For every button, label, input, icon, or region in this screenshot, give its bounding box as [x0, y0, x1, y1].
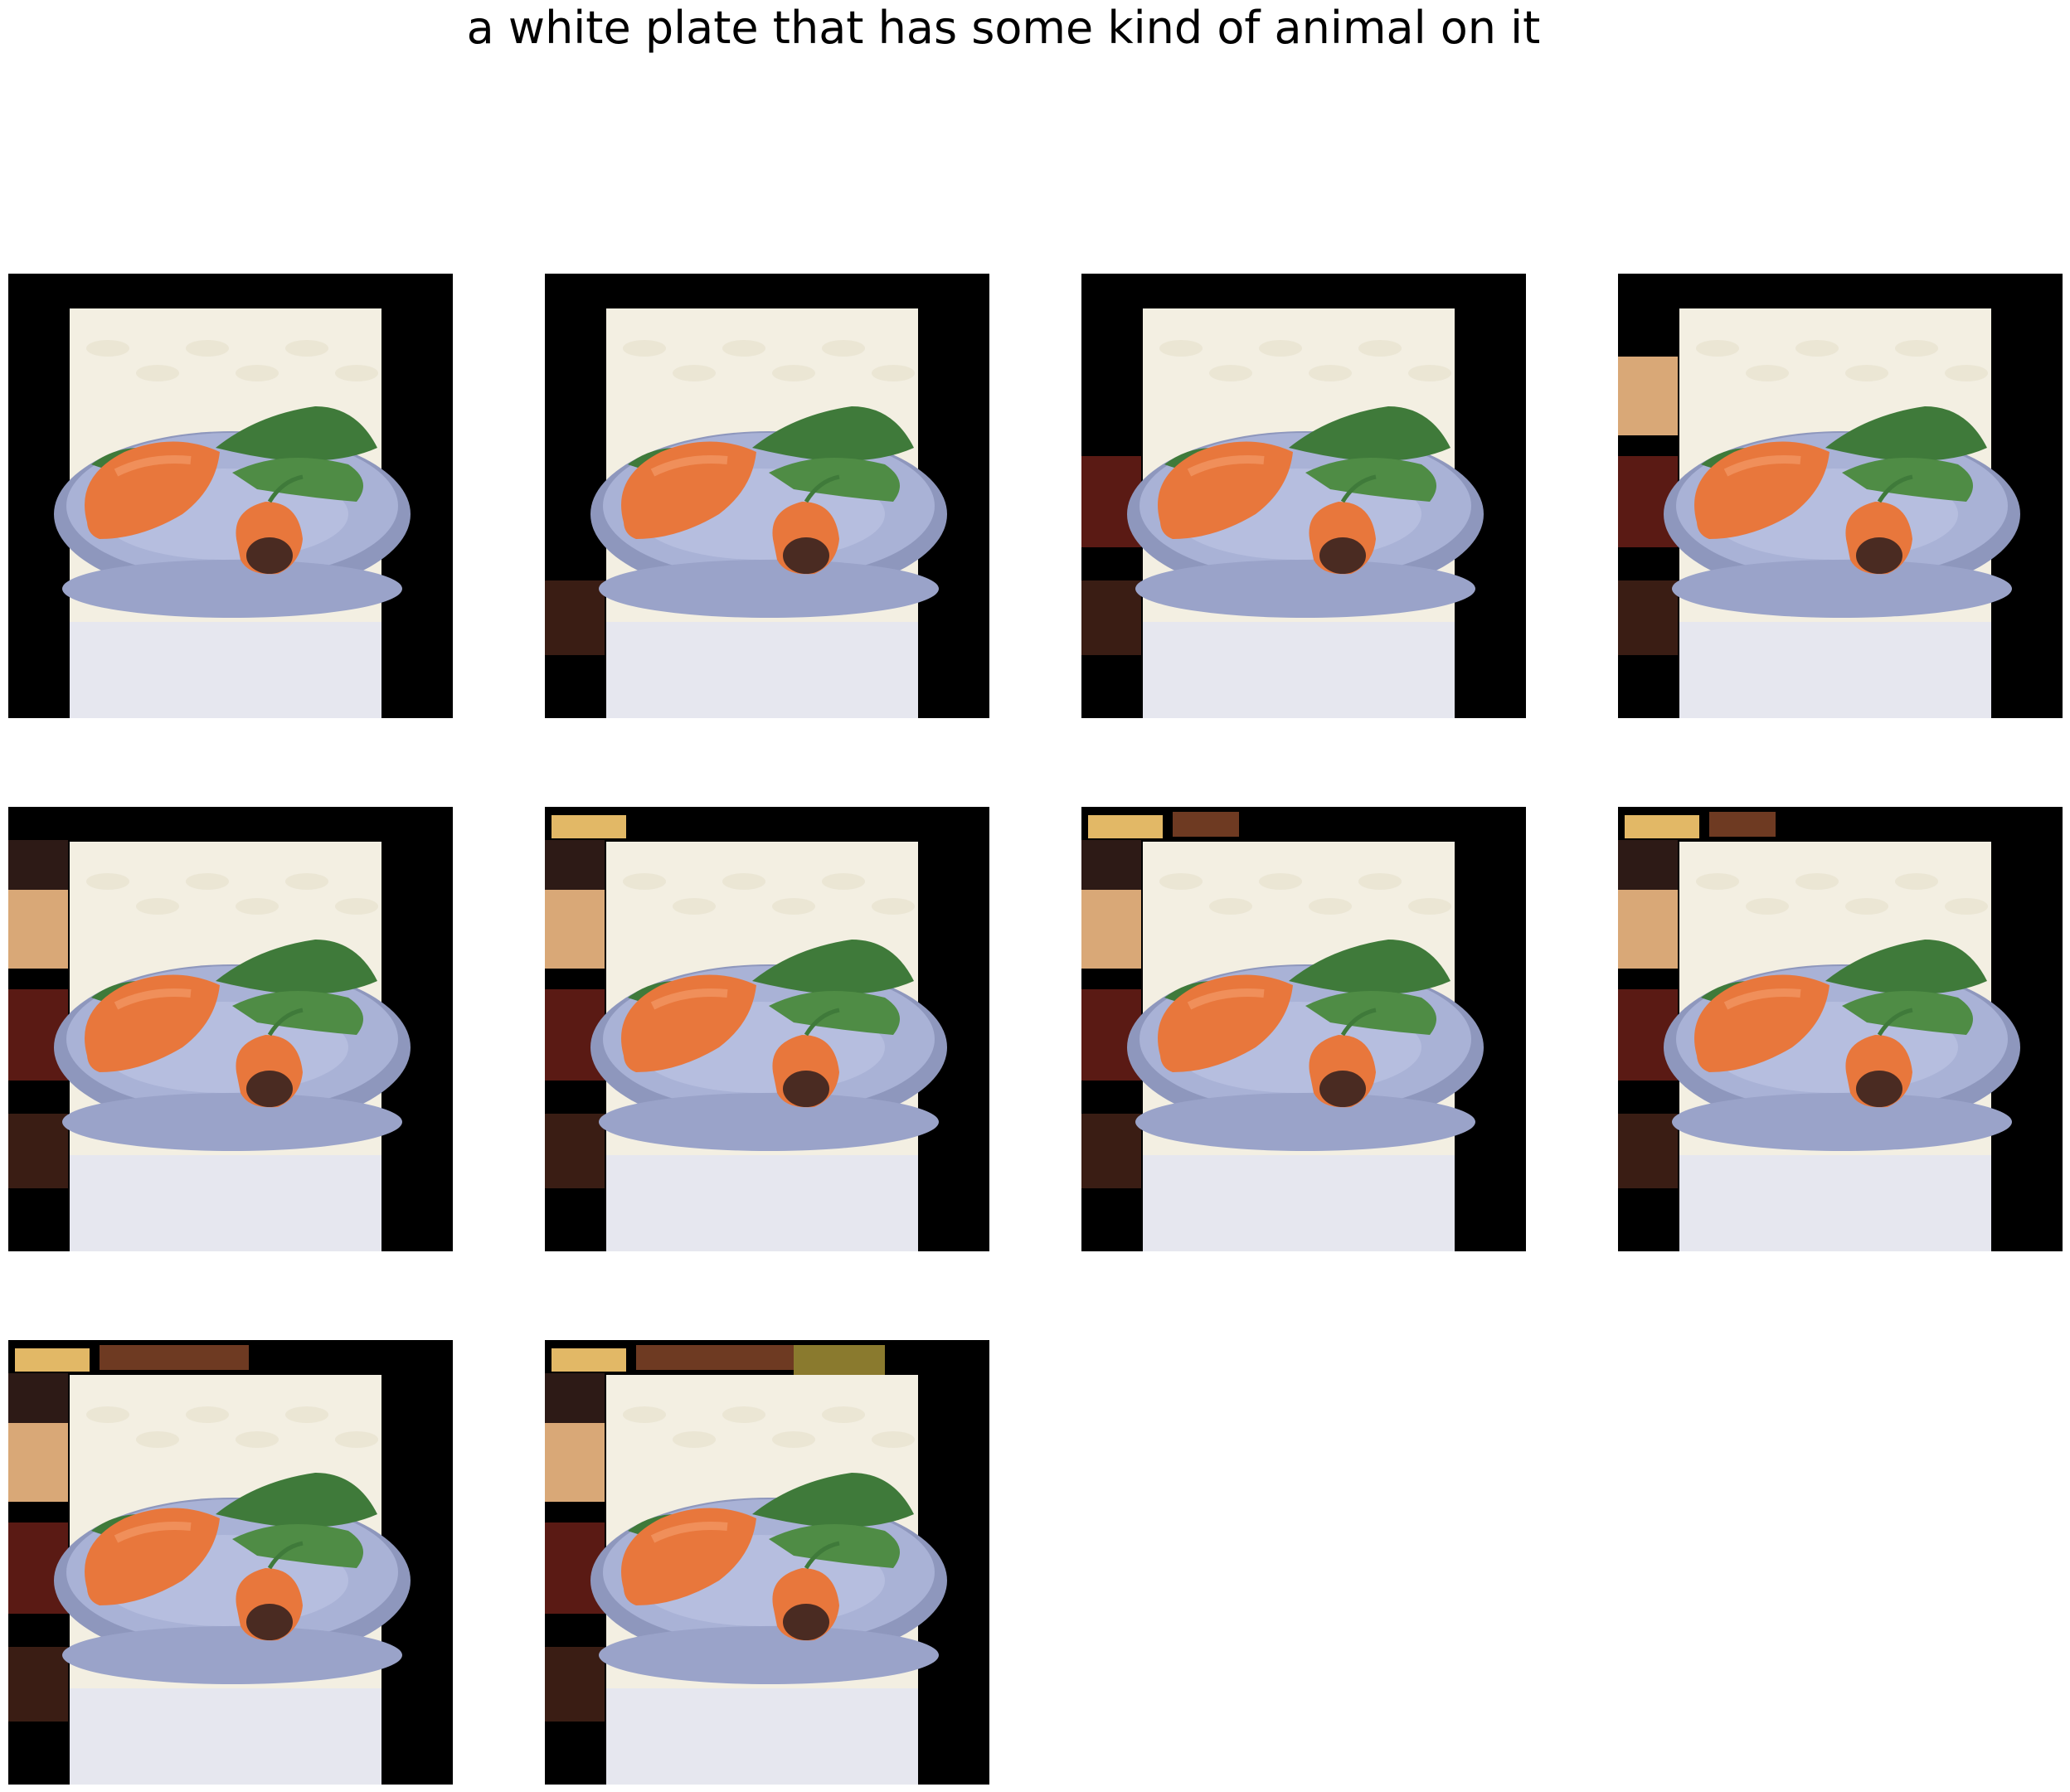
edge-artifacts	[545, 580, 605, 655]
carrot-end	[1856, 1071, 1902, 1107]
frame-5	[8, 807, 453, 1251]
photo	[54, 1375, 411, 1785]
photo	[590, 1375, 947, 1785]
photo-scene	[8, 274, 453, 718]
frame-4	[1618, 274, 2063, 718]
photo-scene	[1618, 274, 2063, 718]
photo	[1127, 308, 1484, 718]
frame-9	[8, 1340, 453, 1785]
carrot-end	[246, 1071, 293, 1107]
edge-artifacts	[8, 840, 68, 1188]
photo-scene	[545, 807, 989, 1251]
carrot-end	[783, 537, 829, 574]
carrot-end	[783, 1604, 829, 1640]
photo-scene	[8, 807, 453, 1251]
photo-scene	[8, 1340, 453, 1785]
photo	[1664, 842, 2020, 1251]
frame-7	[1081, 807, 1526, 1251]
photo-scene	[1618, 807, 2063, 1251]
photo	[54, 842, 411, 1251]
photo	[590, 842, 947, 1251]
photo	[54, 308, 411, 718]
frame-2	[545, 274, 989, 718]
carrot-end	[783, 1071, 829, 1107]
photo-scene	[1081, 807, 1526, 1251]
photo-scene	[545, 1340, 989, 1785]
photo	[1127, 842, 1484, 1251]
photo	[1664, 308, 2020, 718]
frame-10	[545, 1340, 989, 1785]
carrot-end	[1319, 1071, 1366, 1107]
carrot-end	[1319, 537, 1366, 574]
photo-scene	[1081, 274, 1526, 718]
photo	[590, 308, 947, 718]
photo-scene	[545, 274, 989, 718]
frame-8	[1618, 807, 2063, 1251]
carrot-end	[1856, 537, 1902, 574]
carrot-end	[246, 537, 293, 574]
frame-grid	[0, 0, 2070, 1792]
frame-3	[1081, 274, 1526, 718]
frame-6	[545, 807, 989, 1251]
carrot-end	[246, 1604, 293, 1640]
frame-1	[8, 274, 453, 718]
